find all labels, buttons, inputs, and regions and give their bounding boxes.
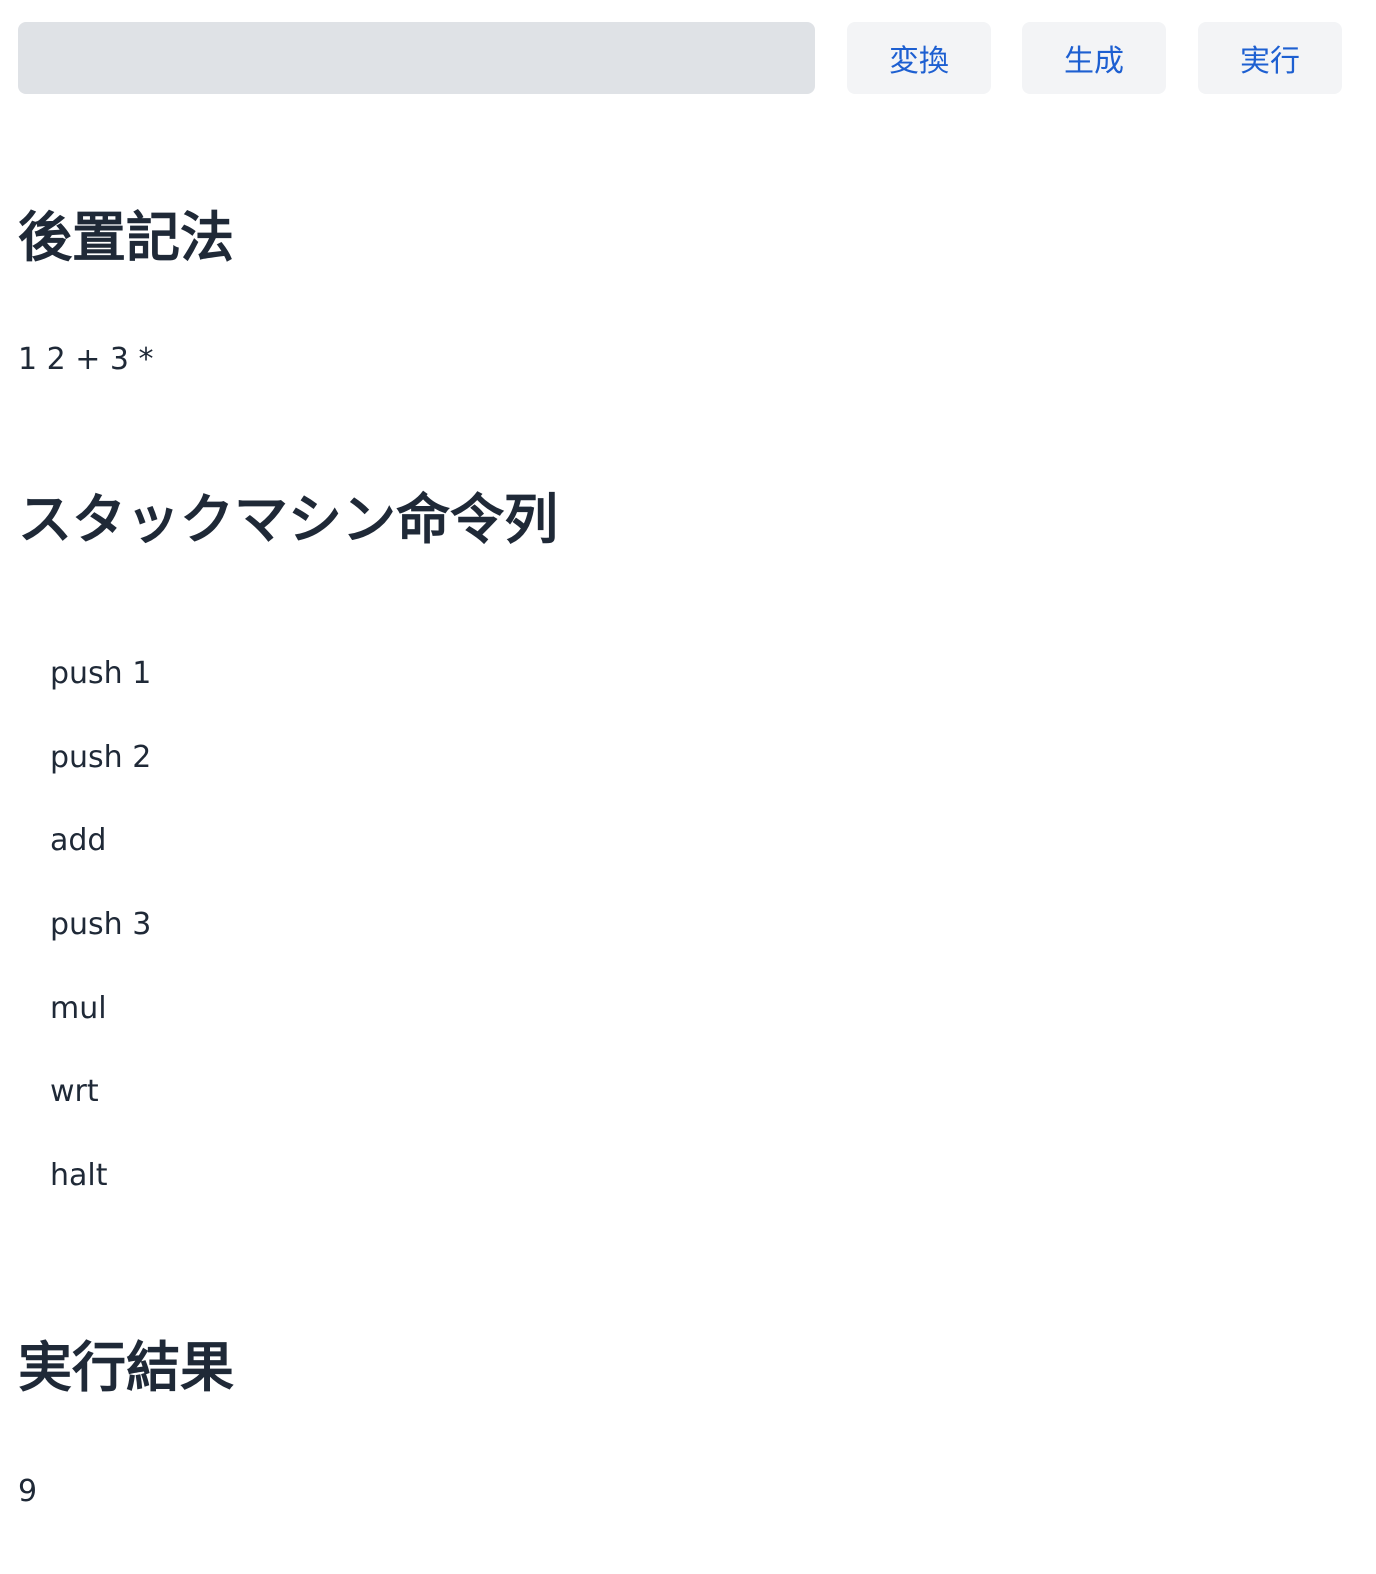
instruction-item: push 1 bbox=[50, 656, 152, 691]
instruction-item: push 2 bbox=[50, 739, 152, 775]
result-value: 9 bbox=[18, 1474, 38, 1509]
instruction-list: push 1 push 2 add push 3 mul wrt halt bbox=[50, 640, 151, 1226]
instructions-heading: スタックマシン命令列 bbox=[18, 488, 558, 551]
toolbar: 変換 生成 実行 bbox=[18, 22, 1342, 94]
postfix-heading: 後置記法 bbox=[18, 206, 234, 269]
expression-input[interactable] bbox=[18, 22, 815, 94]
convert-button[interactable]: 変換 bbox=[847, 22, 991, 94]
generate-button[interactable]: 生成 bbox=[1022, 22, 1166, 94]
result-heading: 実行結果 bbox=[18, 1336, 234, 1399]
execute-button[interactable]: 実行 bbox=[1198, 22, 1342, 94]
instruction-item: mul bbox=[50, 990, 107, 1026]
instruction-item: wrt bbox=[50, 1074, 99, 1110]
instruction-item: add bbox=[50, 823, 107, 859]
instruction-item: halt bbox=[50, 1158, 108, 1194]
postfix-expression: 1 2 + 3 * bbox=[18, 342, 154, 377]
instruction-item: push 3 bbox=[50, 907, 152, 943]
